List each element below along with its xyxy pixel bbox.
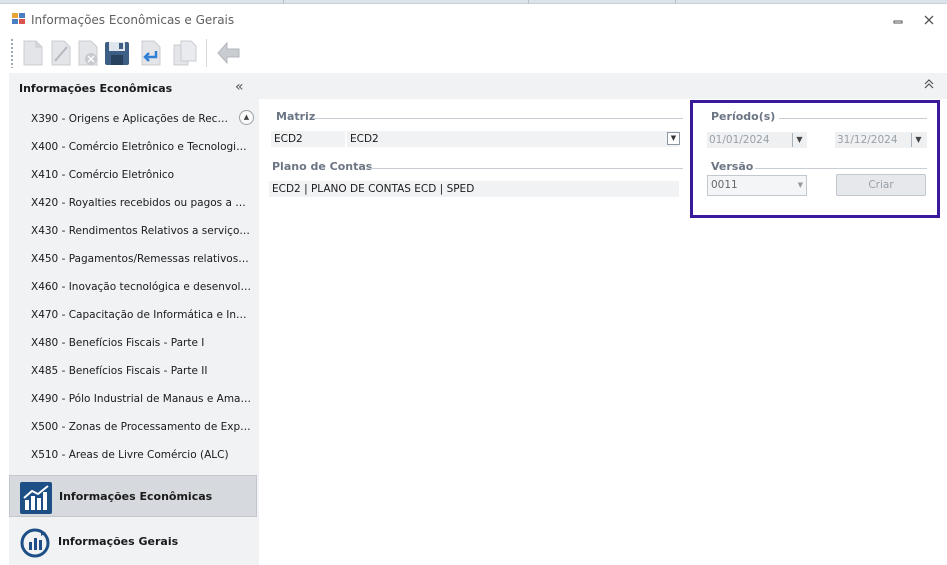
sidebar-item-x485[interactable]: X485 - Benefícios Fiscais - Parte II xyxy=(31,365,251,377)
edit-icon[interactable] xyxy=(46,37,76,69)
sidebar-item-x500[interactable]: X500 - Zonas de Processamento de Exporta… xyxy=(31,421,251,433)
sidebar-item-x510[interactable]: X510 - Áreas de Livre Comércio (ALC) xyxy=(31,449,251,461)
sidebar-item-x400[interactable]: X400 - Comércio Eletrônico e Tecnologia … xyxy=(31,141,251,153)
matriz-label: Matriz xyxy=(276,110,316,123)
sidebar-item-x460[interactable]: X460 - Inovação tecnológica e desenvolvi… xyxy=(31,281,251,293)
plano-divider xyxy=(369,168,683,169)
matriz-divider xyxy=(315,118,683,119)
title-bar: Informações Econômicas e Gerais xyxy=(0,4,947,34)
highlight-box xyxy=(690,100,940,218)
matriz-dropdown-icon[interactable]: ▼ xyxy=(667,132,680,145)
main-collapse-icon[interactable] xyxy=(924,78,934,93)
new-document-icon[interactable] xyxy=(18,37,48,69)
refresh-chart-icon xyxy=(20,528,50,558)
toolbar-grip[interactable] xyxy=(10,38,14,68)
close-icon[interactable] xyxy=(922,13,936,27)
nav-label-economicas: Informações Econômicas xyxy=(59,490,213,503)
sidebar-item-x490[interactable]: X490 - Pólo Industrial de Manaus e Amazô… xyxy=(31,393,251,405)
app-icon xyxy=(12,13,25,24)
sidebar-header: Informações Econômicas « xyxy=(9,73,259,103)
copy-icon[interactable] xyxy=(170,37,200,69)
sidebar-item-x420[interactable]: X420 - Royalties recebidos ou pagos a Be… xyxy=(31,197,251,209)
nav-informacoes-economicas[interactable]: Informações Econômicas xyxy=(9,475,257,517)
sidebar-collapse-icon[interactable]: « xyxy=(235,79,244,95)
toolbar xyxy=(0,34,947,72)
nav-label-gerais: Informações Gerais xyxy=(58,535,179,548)
sidebar-item-x450[interactable]: X450 - Pagamentos/Remessas relativos a s… xyxy=(31,253,251,265)
nav-informacoes-gerais[interactable]: Informações Gerais xyxy=(9,521,257,563)
minimize-icon[interactable] xyxy=(891,13,905,27)
plano-label: Plano de Contas xyxy=(272,160,373,173)
plano-field[interactable]: ECD2 | PLANO DE CONTAS ECD | SPED xyxy=(269,181,679,197)
scroll-up-icon[interactable]: ▲ xyxy=(239,110,254,125)
matriz-code-field[interactable]: ECD2 xyxy=(271,131,345,147)
sidebar: Informações Econômicas « ▲ X390 - Origen… xyxy=(9,73,259,565)
delete-icon[interactable] xyxy=(73,37,103,69)
toolbar-separator xyxy=(206,39,207,67)
window-title: Informações Econômicas e Gerais xyxy=(31,13,235,27)
sidebar-title: Informações Econômicas xyxy=(19,82,173,95)
save-icon[interactable] xyxy=(102,37,132,69)
chart-icon xyxy=(20,482,52,514)
sidebar-item-x410[interactable]: X410 - Comércio Eletrônico xyxy=(31,169,251,181)
sidebar-item-x480[interactable]: X480 - Benefícios Fiscais - Parte I xyxy=(31,337,251,349)
undo-icon[interactable] xyxy=(136,37,166,69)
main-header xyxy=(259,73,947,99)
back-icon[interactable] xyxy=(214,37,244,69)
sidebar-item-x390[interactable]: X390 - Origens e Aplicações de Recursos … xyxy=(31,113,229,125)
sidebar-item-x430[interactable]: X430 - Rendimentos Relativos a serviços,… xyxy=(31,225,251,237)
sidebar-item-x470[interactable]: X470 - Capacitação de Informática e Incl… xyxy=(31,309,251,321)
matriz-select[interactable]: ECD2 xyxy=(347,131,679,147)
